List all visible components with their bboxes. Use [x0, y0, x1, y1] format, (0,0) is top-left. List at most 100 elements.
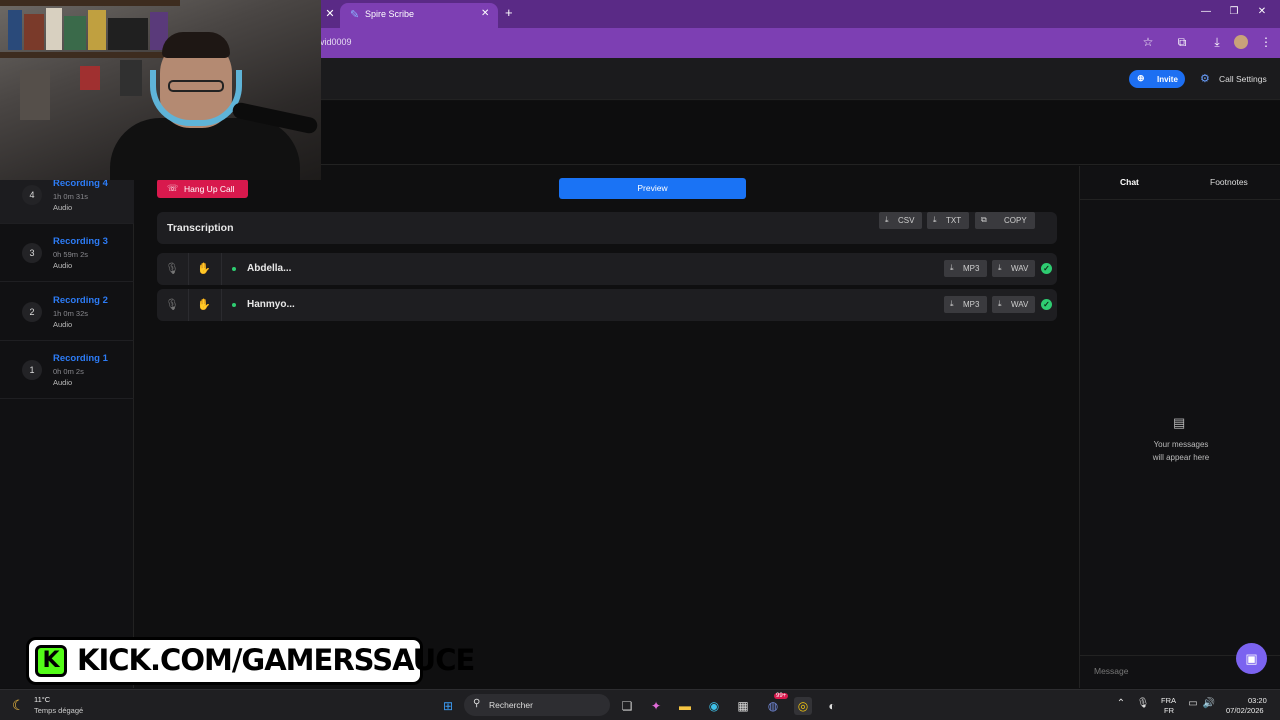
hang-up-call-button[interactable]: ☏ Hang Up Call [157, 179, 248, 198]
more-menu-icon[interactable]: ⋮ [1258, 35, 1274, 49]
empty-chat-message: Your messages will appear here [1152, 440, 1210, 462]
store-icon[interactable]: ▦ [734, 697, 752, 715]
tab-footnotes[interactable]: Footnotes [1210, 177, 1248, 187]
clock-time[interactable]: 03:20 [1248, 696, 1267, 705]
obs-icon[interactable]: ◐ [823, 697, 841, 715]
download-icon: ⤓ [998, 263, 1002, 272]
browser-tab[interactable]: ✎ Spire Scribe ✕ [340, 3, 498, 28]
recording-type: Audio [53, 261, 73, 270]
recordings-sidebar: 4 Recording 4 1h 0m 31s Audio 3 Recordin… [0, 166, 134, 688]
recording-type: Audio [53, 378, 73, 387]
raise-hand-icon[interactable]: ✋ [197, 262, 211, 275]
kick-channel-text: KICK.COM/GAMERSSAUCE [77, 643, 475, 677]
participant-name: Abdella... [247, 263, 292, 274]
language-indicator[interactable]: FRA [1161, 696, 1176, 705]
recording-type: Audio [53, 203, 73, 212]
task-view-icon[interactable]: ❏ [618, 697, 636, 715]
volume-icon[interactable]: 🔊 [1202, 698, 1216, 709]
microphone-icon[interactable]: 🎙 [165, 262, 179, 275]
windows-start-icon[interactable]: ⊞ [439, 697, 457, 715]
weather-description: Temps dégagé [34, 706, 84, 715]
recording-title: Recording 3 [53, 236, 108, 247]
new-tab-icon[interactable]: + [505, 5, 513, 20]
network-icon[interactable]: ▭ [1186, 698, 1200, 709]
clock-date[interactable]: 07/02/2026 [1226, 706, 1264, 715]
recording-number: 1 [22, 360, 42, 380]
download-csv-button[interactable]: ⤓ CSV [879, 212, 922, 229]
download-wav-button[interactable]: ⤓ WAV [992, 296, 1035, 313]
download-wav-button[interactable]: ⤓ WAV [992, 260, 1035, 277]
download-txt-button[interactable]: ⤓ TXT [927, 212, 969, 229]
chrome-icon[interactable]: ◎ [794, 697, 812, 715]
download-icon: ⤓ [885, 215, 889, 224]
close-icon[interactable]: ✕ [322, 6, 338, 22]
add-user-icon: ⊕ [1137, 73, 1145, 83]
tab-chat[interactable]: Chat [1120, 177, 1139, 187]
recording-title: Recording 1 [53, 353, 108, 364]
sidebar-item-recording-1[interactable]: 1 Recording 1 0h 0m 2s Audio [0, 341, 134, 399]
recording-type: Audio [53, 320, 73, 329]
microphone-icon[interactable]: 🎙 [165, 298, 179, 311]
avatar[interactable] [1234, 35, 1248, 49]
recording-number: 3 [22, 243, 42, 263]
download-mp3-button[interactable]: ⤓ MP3 [944, 260, 987, 277]
search-icon: ⚲ [473, 698, 481, 709]
weather-temperature: 11°C [34, 695, 51, 704]
recording-number: 2 [22, 302, 42, 322]
taskbar-search[interactable]: ⚲ Rechercher [464, 694, 610, 716]
discord-icon[interactable]: ◍ [764, 697, 782, 715]
moon-weather-icon[interactable]: ☾ [12, 697, 25, 714]
notification-badge: 99+ [774, 693, 789, 699]
download-icon[interactable]: ⤓ [1209, 35, 1225, 50]
tab-title: Spire Scribe [365, 9, 415, 19]
copilot-icon[interactable]: ✦ [647, 697, 665, 715]
invite-button[interactable]: ⊕ Invite [1129, 70, 1185, 88]
chevron-up-icon[interactable]: ⌃ [1114, 698, 1128, 709]
divider [221, 289, 222, 321]
extensions-icon[interactable]: ⧉ [1174, 35, 1190, 50]
kick-logo-icon: K [35, 645, 67, 677]
webcam-overlay [0, 0, 321, 180]
gear-icon: ⚙ [1200, 73, 1210, 85]
chat-panel: Chat Footnotes ▤ Your messages will appe… [1079, 166, 1280, 688]
keyboard-layout[interactable]: FR [1164, 706, 1174, 715]
sidebar-item-recording-3[interactable]: 3 Recording 3 0h 59m 2s Audio [0, 224, 134, 282]
download-icon: ⤓ [933, 215, 937, 224]
transcription-panel: Transcription ⤓ CSV ⤓ TXT ⧉ COPY [157, 212, 1057, 244]
download-mp3-button[interactable]: ⤓ MP3 [944, 296, 987, 313]
url-text[interactable]: vid0009 [320, 37, 352, 47]
star-icon[interactable]: ☆ [1140, 35, 1156, 49]
transcription-title: Transcription [167, 222, 234, 234]
close-icon[interactable]: ✕ [481, 8, 489, 19]
download-icon: ⤓ [998, 299, 1002, 308]
raise-hand-icon[interactable]: ✋ [197, 298, 211, 311]
restore-icon[interactable]: ❐ [1224, 6, 1244, 17]
minimize-icon[interactable]: — [1196, 6, 1216, 17]
microphone-icon[interactable]: 🎙 [1136, 698, 1150, 709]
close-window-icon[interactable]: ✕ [1252, 6, 1272, 17]
divider [188, 253, 189, 285]
edge-icon[interactable]: ◉ [705, 697, 723, 715]
participant-name: Hanmyo... [247, 299, 295, 310]
file-explorer-icon[interactable]: ▬ [676, 697, 694, 715]
sidebar-item-recording-2[interactable]: 2 Recording 2 1h 0m 32s Audio [0, 283, 134, 341]
message-input[interactable]: Message [1094, 666, 1129, 676]
chat-support-icon[interactable]: ▣ [1236, 643, 1267, 674]
copy-button[interactable]: ⧉ COPY [975, 212, 1035, 229]
recording-title: Recording 2 [53, 295, 108, 306]
preview-button[interactable]: Preview [559, 178, 746, 199]
recording-number: 4 [22, 185, 42, 205]
copy-icon: ⧉ [981, 215, 987, 224]
kick-channel-banner: K KICK.COM/GAMERSSAUCE [26, 637, 475, 685]
message-icon: ▤ [1173, 415, 1186, 430]
recording-duration: 0h 59m 2s [53, 250, 89, 259]
recording-duration: 0h 0m 2s [53, 367, 84, 376]
participant-row: 🎙 ✋ Hanmyo... ⤓ MP3 ⤓ WAV ✓ [157, 289, 1057, 321]
taskbar: ☾ 11°C Temps dégagé ⊞ ⚲ Rechercher ❏ ✦ ▬… [0, 689, 1280, 720]
check-circle-icon: ✓ [1041, 299, 1052, 310]
check-circle-icon: ✓ [1041, 263, 1052, 274]
online-status-dot [232, 267, 236, 271]
spire-scribe-favicon-icon: ✎ [350, 9, 360, 21]
phone-off-icon: ☏ [167, 183, 179, 193]
recording-duration: 1h 0m 32s [53, 309, 89, 318]
